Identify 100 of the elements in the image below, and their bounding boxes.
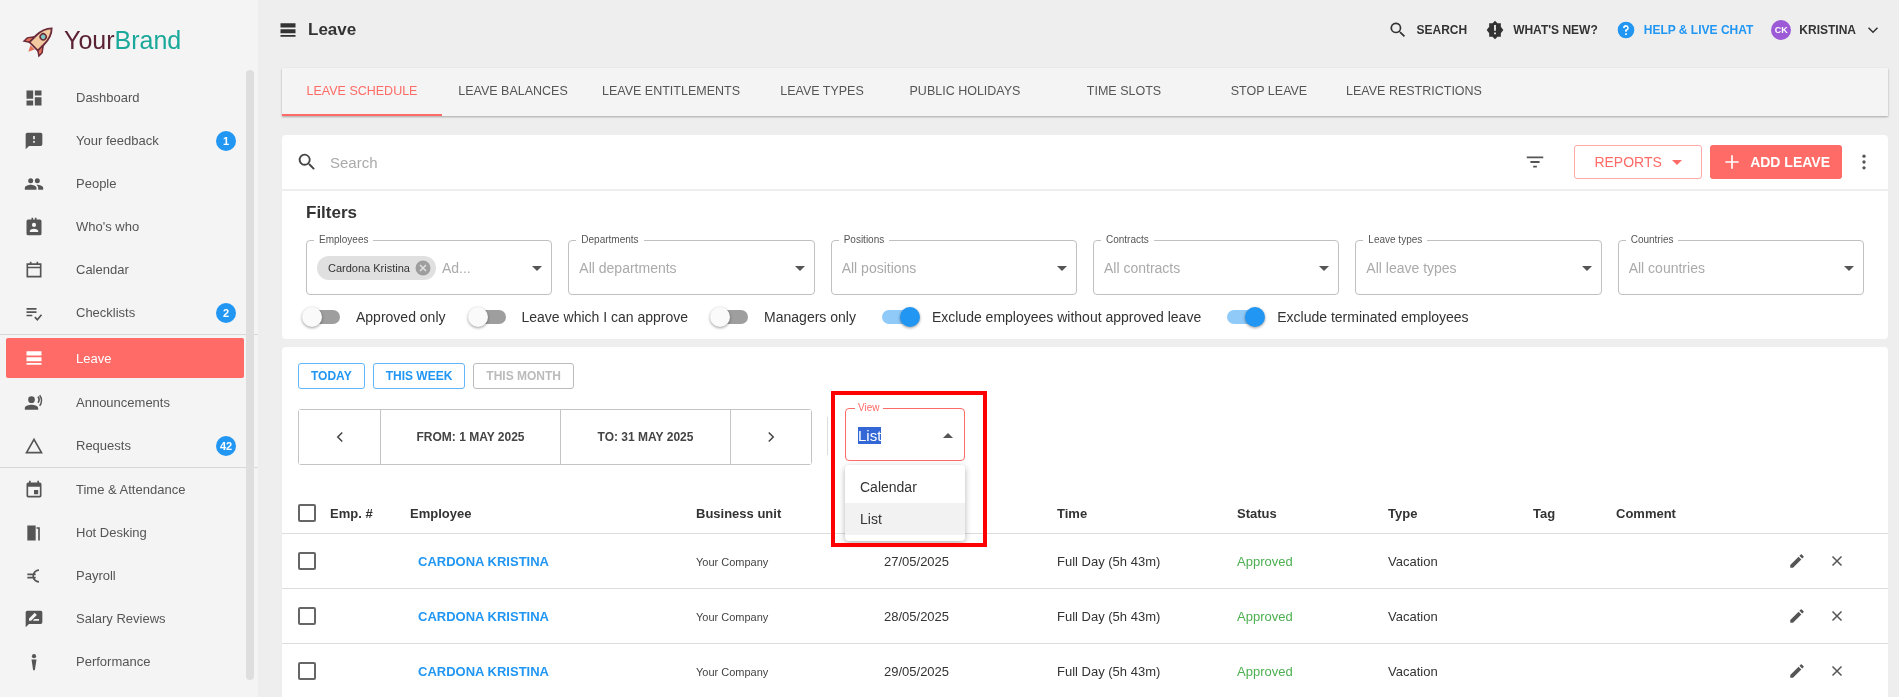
salary-review-icon: [24, 608, 44, 629]
column-header: Status: [1237, 505, 1277, 521]
toggle-label: Approved only: [356, 309, 446, 325]
dropdown-field[interactable]: Contracts All contracts: [1093, 233, 1340, 295]
table-cell: 28/05/2025: [884, 608, 950, 624]
table-cell: 27/05/2025: [884, 553, 950, 569]
table-cell: Vacation: [1388, 553, 1438, 569]
column-header: Type: [1388, 505, 1418, 521]
placeholder-text: All leave types: [1366, 260, 1458, 276]
table-cell: Full Day (5h 43m): [1057, 553, 1161, 569]
caret-icon: [532, 265, 543, 271]
toggle-label: Leave which I can approve: [521, 309, 689, 325]
caret-icon: [1671, 159, 1682, 165]
placeholder-text: All countries: [1628, 260, 1706, 276]
pencil-icon[interactable]: [1788, 662, 1806, 680]
row-checkbox[interactable]: [298, 552, 316, 570]
placeholder-text: All positions: [841, 260, 918, 276]
sidebar-item[interactable]: Time & Attendance: [0, 468, 244, 511]
sidebar-item[interactable]: Calendar: [0, 248, 244, 291]
sidebar-item[interactable]: Dashboard: [0, 76, 244, 119]
tab[interactable]: LEAVE TYPES: [758, 68, 886, 116]
column-header: Comment: [1616, 505, 1676, 521]
sidebar-item[interactable]: Salary Reviews: [0, 597, 244, 640]
row-checkbox[interactable]: [298, 662, 316, 680]
column-header: Business unit: [696, 505, 782, 521]
dropdown-field[interactable]: Countries All countries: [1617, 233, 1864, 295]
count-badge: 1: [216, 130, 236, 151]
caret-icon: [794, 265, 805, 271]
sidebar-item[interactable]: Hot Desking: [0, 511, 244, 554]
sidebar-item[interactable]: People: [0, 162, 244, 205]
leave-icon: [278, 20, 298, 40]
feedback-icon: [24, 130, 44, 151]
table-cell: Vacation: [1388, 663, 1438, 679]
menu-option[interactable]: Calendar: [845, 471, 965, 503]
table-cell: Your Company: [696, 555, 769, 568]
table-cell: Full Day (5h 43m): [1057, 663, 1161, 679]
caret-icon: [1057, 265, 1067, 271]
search-icon: [296, 151, 318, 173]
dropdown-field[interactable]: Employees Cardona Kristina Ad...: [306, 233, 553, 295]
count-badge: 2: [216, 302, 236, 323]
column-header: Time: [1057, 505, 1088, 521]
sidebar-item[interactable]: Performance: [0, 640, 244, 683]
brand-logo-text: YourBrand: [64, 25, 182, 55]
sidebar-item[interactable]: Who's who: [0, 205, 244, 248]
tab[interactable]: LEAVE BALANCES: [442, 68, 584, 116]
id-badge-icon: [24, 216, 44, 237]
sidebar-item[interactable]: Requests 42: [0, 424, 244, 467]
column-header: Employee: [410, 505, 472, 521]
dropdown-field[interactable]: Leave types All leave types: [1355, 233, 1602, 295]
field-label: Employees: [314, 233, 374, 246]
whats-new-button[interactable]: WHAT'S NEW?: [1485, 20, 1598, 40]
field-label: View: [855, 401, 883, 414]
status-text: Approved: [1237, 663, 1293, 679]
placeholder-text: All departments: [579, 260, 678, 276]
placeholder-text: All contracts: [1104, 260, 1182, 276]
caret-icon: [1844, 265, 1854, 271]
tab[interactable]: LEAVE ENTITLEMENTS: [584, 68, 758, 116]
field-label: Departments: [576, 233, 644, 246]
tab[interactable]: STOP LEAVE: [1204, 68, 1334, 116]
dropdown-field[interactable]: Positions All positions: [830, 233, 1077, 295]
sidebar-item[interactable]: Checklists 2: [0, 291, 244, 334]
employee-chip[interactable]: Cardona Kristina: [317, 256, 436, 280]
tab[interactable]: PUBLIC HOLIDAYS: [886, 68, 1044, 116]
table-cell: 29/05/2025: [884, 663, 950, 679]
calendar-icon: [24, 259, 44, 280]
field-label: Leave types: [1363, 233, 1428, 246]
help-icon: [1615, 20, 1636, 40]
select-all-checkbox[interactable]: [298, 504, 316, 522]
sidebar-item[interactable]: Payroll: [0, 554, 244, 597]
table-cell: Your Company: [696, 665, 769, 678]
table-cell: Vacation: [1388, 608, 1438, 624]
tab[interactable]: LEAVE RESTRICTIONS: [1334, 68, 1494, 116]
selected-value: List: [858, 426, 882, 444]
leave-icon: [24, 348, 44, 368]
user-menu-button[interactable]: CK KRISTINA: [1771, 20, 1882, 40]
view-select[interactable]: View List: [845, 401, 965, 461]
pencil-icon[interactable]: [1788, 552, 1806, 570]
caret-icon: [1581, 265, 1592, 271]
row-checkbox[interactable]: [298, 607, 316, 625]
toggle-switch[interactable]: [471, 310, 506, 324]
sidebar-item[interactable]: Announcements: [0, 381, 244, 424]
tab[interactable]: TIME SLOTS: [1044, 68, 1204, 116]
toggle-switch[interactable]: [1227, 310, 1262, 324]
calendar-icon: [24, 479, 44, 500]
field-label: Countries: [1625, 233, 1679, 246]
column-header: Tag: [1533, 505, 1556, 521]
placeholder-text: Ad...: [441, 260, 472, 276]
caret-up-icon: [943, 432, 953, 438]
dropdown-field[interactable]: Departments All departments: [568, 233, 815, 295]
count-badge: 42: [216, 435, 236, 456]
column-header: Emp. #: [330, 505, 373, 521]
sidebar-item[interactable]: Your feedback 1: [0, 119, 244, 162]
table-cell: Your Company: [696, 610, 769, 623]
field-label: Positions: [838, 233, 890, 246]
filters-heading: Filters: [306, 203, 359, 223]
pencil-icon[interactable]: [1788, 607, 1806, 625]
user-avatar: CK: [1771, 20, 1792, 40]
menu-option[interactable]: List: [845, 503, 965, 535]
search-button[interactable]: SEARCH: [1388, 20, 1468, 40]
toggle-label: Exclude terminated employees: [1277, 309, 1469, 325]
